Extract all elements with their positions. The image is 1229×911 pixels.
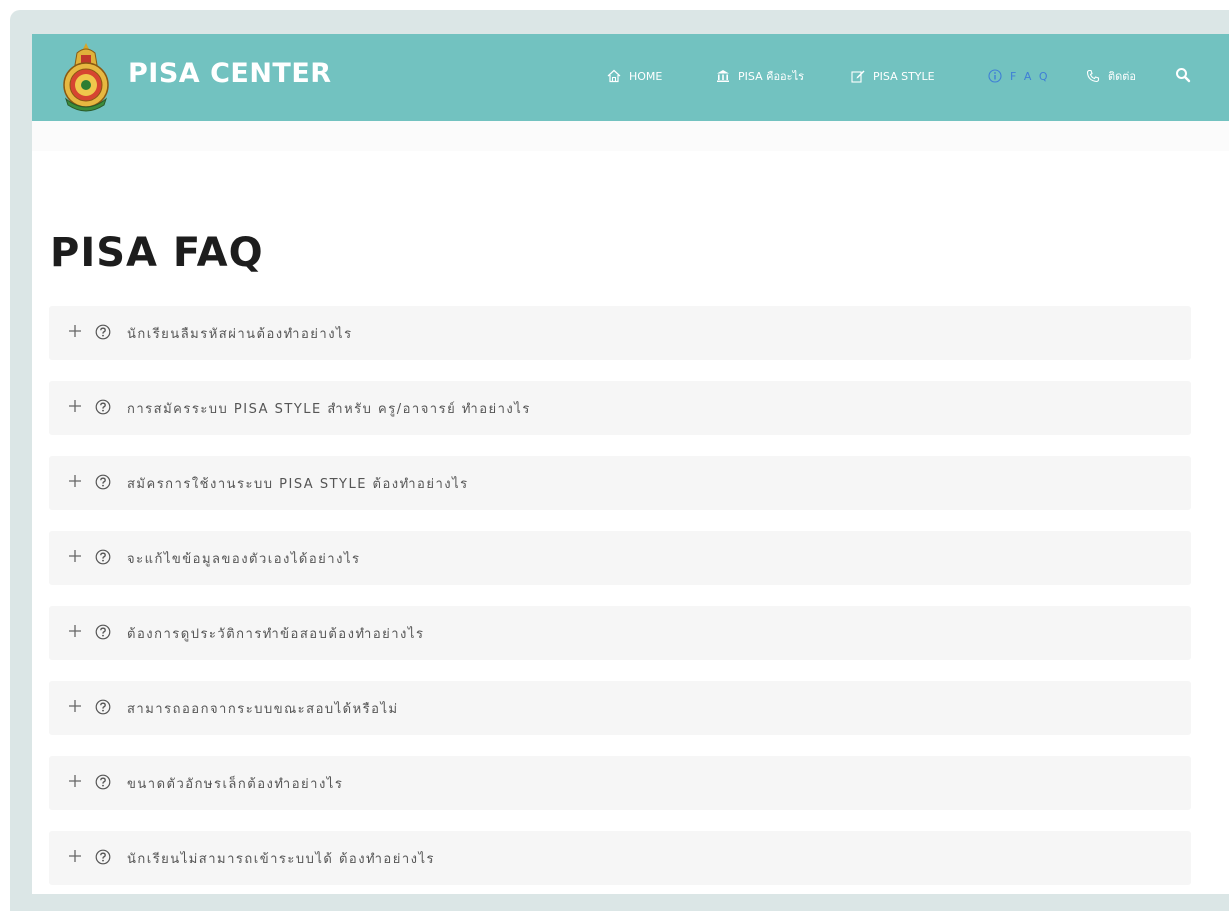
plus-icon[interactable]	[67, 698, 83, 714]
nav-item-pisa-about[interactable]: PISA คืออะไร	[716, 66, 804, 86]
faq-question[interactable]: ขนาดตัวอักษรเล็กต้องทำอย่างไร	[127, 773, 343, 794]
nav-item-label: PISA STYLE	[873, 69, 935, 83]
nav-item-faq[interactable]: F A Q	[988, 66, 1050, 86]
question-circle-icon	[95, 474, 111, 490]
page-title: PISA FAQ	[50, 230, 264, 276]
faq-question[interactable]: สามารถออกจากระบบขณะสอบได้หรือไม่	[127, 698, 399, 719]
question-circle-icon	[95, 624, 111, 640]
question-circle-icon	[95, 699, 111, 715]
nav-item-label: ติดต่อ	[1108, 70, 1137, 83]
question-circle-icon	[95, 774, 111, 790]
header-shadow-band	[32, 121, 1229, 151]
faq-item[interactable]: นักเรียนลืมรหัสผ่านต้องทำอย่างไร	[49, 306, 1191, 360]
question-circle-icon	[95, 549, 111, 565]
website: PISA CENTER HOME PISA คืออะไร PISA STYLE	[32, 34, 1229, 894]
nav-item-label: HOME	[629, 69, 663, 83]
brand-name[interactable]: PISA CENTER	[128, 58, 332, 89]
faq-question[interactable]: นักเรียนไม่สามารถเข้าระบบได้ ต้องทำอย่าง…	[127, 848, 435, 869]
nav-item-label: PISA คืออะไร	[738, 70, 805, 83]
info-icon	[988, 69, 1002, 83]
nav-item-pisa-style[interactable]: PISA STYLE	[851, 66, 935, 86]
faq-question[interactable]: นักเรียนลืมรหัสผ่านต้องทำอย่างไร	[127, 323, 353, 344]
plus-icon[interactable]	[67, 323, 83, 339]
nav-item-label: F A Q	[1010, 69, 1050, 83]
edit-icon	[851, 69, 865, 83]
plus-icon[interactable]	[67, 398, 83, 414]
phone-icon	[1086, 69, 1100, 83]
plus-icon[interactable]	[67, 773, 83, 789]
faq-item[interactable]: ต้องการดูประวัติการทำข้อสอบต้องทำอย่างไร	[49, 606, 1191, 660]
search-icon	[1175, 67, 1191, 86]
question-circle-icon	[95, 324, 111, 340]
faq-question[interactable]: การสมัครระบบ PISA STYLE สำหรับ ครู/อาจาร…	[127, 398, 531, 419]
faq-item[interactable]: การสมัครระบบ PISA STYLE สำหรับ ครู/อาจาร…	[49, 381, 1191, 435]
plus-icon[interactable]	[67, 623, 83, 639]
plus-icon[interactable]	[67, 548, 83, 564]
home-icon	[607, 69, 621, 83]
search-button[interactable]	[1175, 66, 1191, 86]
faq-item[interactable]: จะแก้ไขข้อมูลของตัวเองได้อย่างไร	[49, 531, 1191, 585]
faq-question[interactable]: จะแก้ไขข้อมูลของตัวเองได้อย่างไร	[127, 548, 360, 569]
emblem-seal-icon[interactable]	[59, 39, 113, 115]
top-navigation-bar: PISA CENTER HOME PISA คืออะไร PISA STYLE	[32, 34, 1229, 121]
nav-item-home[interactable]: HOME	[607, 66, 662, 86]
faq-question[interactable]: สมัครการใช้งานระบบ PISA STYLE ต้องทำอย่า…	[127, 473, 469, 494]
question-circle-icon	[95, 399, 111, 415]
nav-item-contact[interactable]: ติดต่อ	[1086, 66, 1136, 86]
question-circle-icon	[95, 849, 111, 865]
plus-icon[interactable]	[67, 473, 83, 489]
plus-icon[interactable]	[67, 848, 83, 864]
faq-item[interactable]: สามารถออกจากระบบขณะสอบได้หรือไม่	[49, 681, 1191, 735]
browser-frame: PISA CENTER HOME PISA คืออะไร PISA STYLE	[0, 0, 1229, 911]
faq-item[interactable]: สมัครการใช้งานระบบ PISA STYLE ต้องทำอย่า…	[49, 456, 1191, 510]
faq-item[interactable]: นักเรียนไม่สามารถเข้าระบบได้ ต้องทำอย่าง…	[49, 831, 1191, 885]
faq-question[interactable]: ต้องการดูประวัติการทำข้อสอบต้องทำอย่างไร	[127, 623, 424, 644]
institution-icon	[716, 69, 730, 83]
faq-item[interactable]: ขนาดตัวอักษรเล็กต้องทำอย่างไร	[49, 756, 1191, 810]
